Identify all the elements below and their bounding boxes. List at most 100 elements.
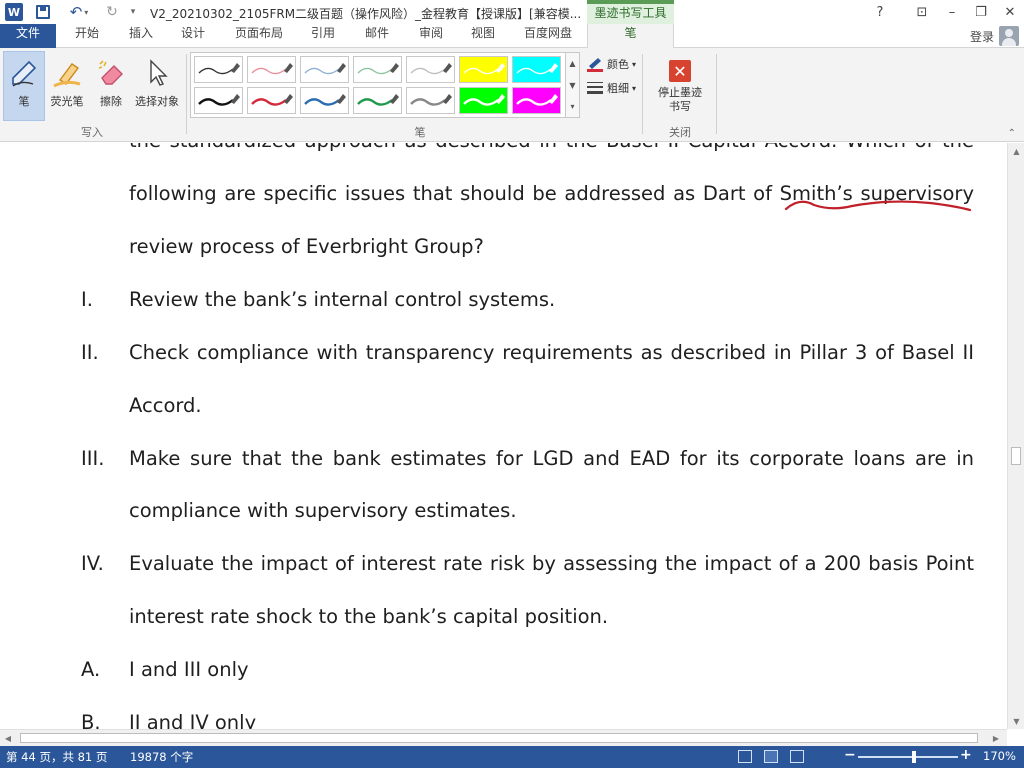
list-item-text: compliance with supervisory estimates.	[129, 499, 517, 522]
pen-style-swatch[interactable]	[459, 87, 508, 114]
select-objects-button[interactable]: 选择对象	[130, 52, 184, 116]
scroll-right-icon[interactable]: ▶	[988, 730, 1004, 747]
gallery-more-icon[interactable]: ▾	[565, 96, 579, 117]
sign-in-link[interactable]: 登录	[970, 28, 994, 45]
pen-style-swatch[interactable]	[459, 56, 508, 83]
highlighter-button[interactable]: 荧光笔	[46, 52, 88, 116]
zoom-in-button[interactable]: +	[960, 747, 972, 763]
page-count-status[interactable]: 第 44 页，共 81 页	[6, 749, 107, 765]
close-ink-icon: ✕	[669, 60, 691, 82]
help-button[interactable]: ?	[866, 2, 894, 22]
scroll-down-icon[interactable]: ▼	[1008, 713, 1024, 729]
scroll-up-icon[interactable]: ▲	[1008, 143, 1024, 159]
pen-style-swatch[interactable]	[194, 56, 243, 83]
pen-style-swatch[interactable]	[247, 87, 296, 114]
pens-group-label: 笔	[414, 126, 426, 139]
document-page[interactable]: the standardized approach as described i…	[0, 143, 1007, 729]
pen-stroke-icon	[198, 94, 240, 106]
tab-view[interactable]: 视图	[460, 24, 506, 48]
save-icon[interactable]	[34, 3, 52, 21]
horizontal-scrollbar[interactable]: ◀ ▶	[0, 729, 1007, 746]
pen-stroke-icon	[410, 94, 452, 106]
highlighter-swatch-icon	[516, 63, 558, 75]
list-item-text: Accord.	[129, 394, 202, 417]
close-button[interactable]: ✕	[996, 2, 1024, 22]
list-item-text: Evaluate the impact of interest rate ris…	[129, 552, 974, 575]
option-letter: A.	[81, 658, 101, 681]
restore-button[interactable]: ❐	[967, 2, 995, 22]
tab-references[interactable]: 引用	[300, 24, 346, 48]
read-mode-view-icon[interactable]	[738, 750, 752, 763]
horizontal-scroll-thumb[interactable]	[20, 733, 978, 743]
pen-styles-gallery: ▲ ▼ ▾	[190, 52, 580, 118]
undo-icon[interactable]: ↶ ▾	[64, 3, 94, 21]
zoom-slider[interactable]	[858, 756, 958, 758]
highlighter-swatch-icon	[463, 63, 505, 75]
tab-file[interactable]: 文件	[0, 24, 56, 48]
list-item-text: Make sure that the bank estimates for LG…	[129, 447, 974, 470]
print-layout-view-icon[interactable]	[764, 750, 778, 763]
tab-home[interactable]: 开始	[64, 24, 110, 48]
tab-pen[interactable]: 笔	[587, 24, 674, 49]
title-bar: W ↶ ▾ ↻ ▾ V2_20210302_2105FRM二级百题（操作风险）_金…	[0, 0, 1024, 24]
pen-style-swatch[interactable]	[512, 87, 561, 114]
pen-style-swatch[interactable]	[512, 56, 561, 83]
pen-color-button[interactable]: 颜色 ▾	[586, 54, 636, 74]
ribbon-tabs: 文件 开始 插入 设计 页面布局 引用 邮件 审阅 视图 百度网盘 笔 登录	[0, 24, 1024, 49]
tab-page-layout[interactable]: 页面布局	[226, 24, 292, 48]
vertical-scrollbar[interactable]: ▲ ▼	[1007, 143, 1024, 729]
pen-thickness-label: 粗细	[607, 82, 629, 95]
collapse-ribbon-icon[interactable]: ⌃	[1008, 128, 1016, 139]
cursor-arrow-icon	[140, 56, 174, 90]
tab-insert[interactable]: 插入	[118, 24, 164, 48]
pen-button[interactable]: 笔	[3, 51, 45, 121]
partial-question-line: the standardized approach as described i…	[129, 143, 974, 152]
redo-icon[interactable]: ↻	[103, 3, 121, 21]
scroll-left-icon[interactable]: ◀	[0, 730, 16, 747]
pen-icon	[7, 56, 41, 90]
customize-quick-access-icon[interactable]: ▾	[127, 3, 139, 21]
pen-stroke-icon	[251, 94, 293, 106]
gallery-scroll-down-icon[interactable]: ▼	[565, 74, 579, 96]
item-numeral: III.	[81, 447, 105, 470]
web-layout-view-icon[interactable]	[790, 750, 804, 763]
stop-inking-button[interactable]: ✕ 停止墨迹书写	[650, 52, 710, 118]
pen-thickness-button[interactable]: 粗细 ▾	[586, 78, 636, 98]
vertical-scroll-thumb[interactable]	[1011, 447, 1021, 465]
eraser-icon	[94, 56, 128, 90]
group-divider	[716, 54, 717, 134]
tab-review[interactable]: 审阅	[408, 24, 454, 48]
pen-style-swatch[interactable]	[194, 87, 243, 114]
ribbon-display-options-button[interactable]: ⊡	[908, 2, 936, 22]
highlighter-swatch-icon	[516, 94, 558, 106]
pen-style-swatch[interactable]	[353, 87, 402, 114]
handwritten-underline-annotation	[784, 200, 972, 212]
gallery-scroll-up-icon[interactable]: ▲	[565, 53, 579, 74]
group-divider	[186, 54, 187, 134]
zoom-level[interactable]: 170%	[983, 749, 1016, 763]
select-objects-label: 选择对象	[135, 95, 179, 108]
avatar[interactable]	[999, 26, 1019, 46]
zoom-out-button[interactable]: −	[844, 747, 856, 763]
pen-stroke-icon	[357, 63, 399, 75]
tab-baidu-netdisk[interactable]: 百度网盘	[512, 24, 584, 48]
word-app-icon[interactable]: W	[5, 3, 23, 21]
minimize-button[interactable]: –	[938, 2, 966, 22]
eraser-button[interactable]: 擦除	[90, 52, 132, 116]
pen-style-swatch[interactable]	[353, 56, 402, 83]
eraser-label: 擦除	[100, 95, 122, 108]
highlighter-icon	[50, 56, 84, 90]
ribbon-pen-tab: 笔 荧光笔 擦除 选择对象 写入 ▲ ▼ ▾ 颜色 ▾ 粗细 ▾ 笔 ✕ 停止墨…	[0, 48, 1024, 142]
pen-style-swatch[interactable]	[406, 87, 455, 114]
pen-style-swatch[interactable]	[300, 56, 349, 83]
pen-style-swatch[interactable]	[247, 56, 296, 83]
pen-style-swatch[interactable]	[406, 56, 455, 83]
zoom-slider-thumb[interactable]	[912, 751, 916, 763]
option-text: I and III only	[129, 658, 249, 681]
pen-style-swatch[interactable]	[300, 87, 349, 114]
item-numeral: II.	[81, 341, 99, 364]
tab-design[interactable]: 设计	[170, 24, 216, 48]
word-count-status[interactable]: 19878 个字	[130, 749, 193, 765]
pen-color-icon	[587, 58, 603, 72]
tab-mailings[interactable]: 邮件	[354, 24, 400, 48]
